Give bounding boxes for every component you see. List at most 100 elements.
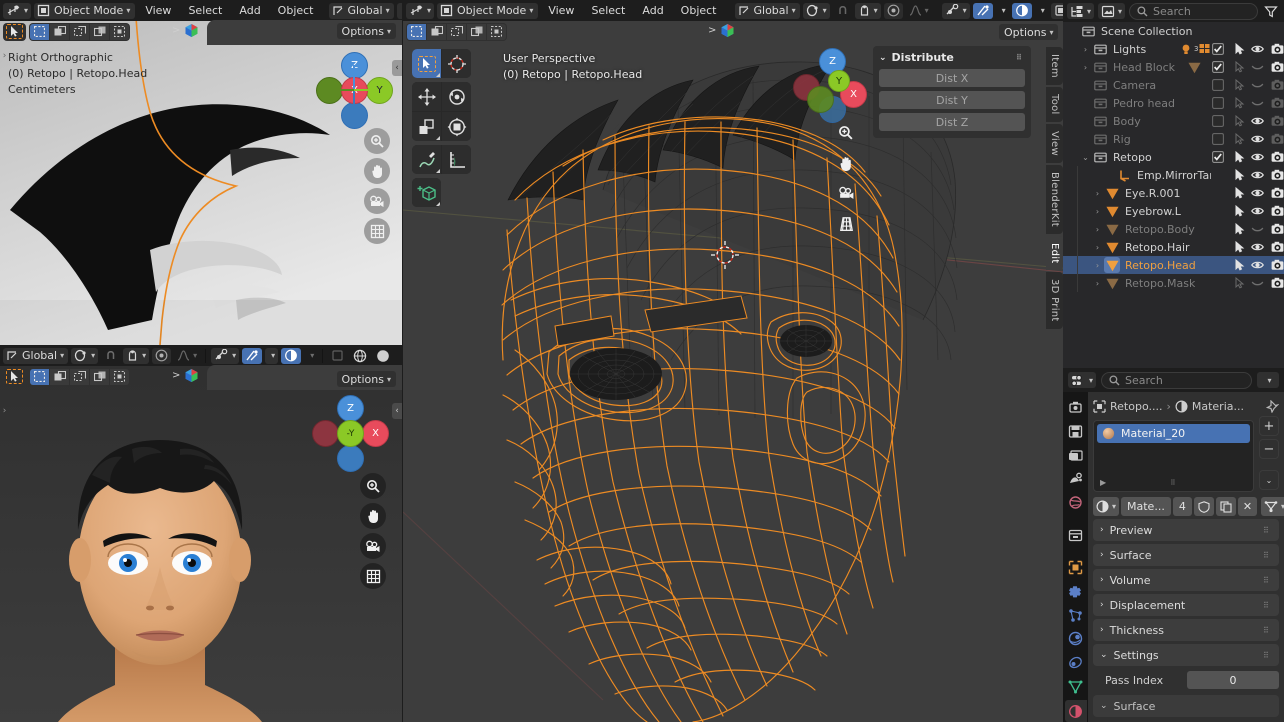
physics-icon[interactable] [1065,628,1087,650]
properties-header[interactable]: ▾ Search ▾ [1063,368,1284,392]
hide-in-viewport-toggle[interactable] [1249,220,1266,238]
zoom-icon-main[interactable] [833,120,859,146]
viewport-nav-buttons-bottom-left[interactable] [360,473,386,589]
material-slot-specials-button[interactable]: ⌄ [1259,470,1279,490]
shading-solid-icon[interactable] [328,348,347,364]
selectable-toggle[interactable] [1231,76,1248,94]
drag-dots-icon[interactable]: ⠿ [1263,653,1272,658]
outliner-row-pedro-head[interactable]: Pedro head [1063,94,1284,112]
tab-edit[interactable]: Edit [1046,236,1063,271]
zoom-icon-bl[interactable] [360,473,386,499]
menu-view[interactable]: View [138,3,178,19]
disable-in-render-toggle[interactable] [1269,166,1284,184]
drag-dots-icon[interactable]: ⠿ [1016,55,1025,60]
tool-transform[interactable] [442,112,471,141]
outliner-row-emp-mirrortar[interactable]: Emp.MirrorTar [1063,166,1284,184]
menu-object[interactable]: Object [271,3,321,19]
outliner-row-scene-collection[interactable]: Scene Collection [1063,22,1284,40]
outliner-row-head-block[interactable]: ›Head Block [1063,58,1284,76]
outliner-row-retopo-body[interactable]: ›Retopo.Body [1063,220,1284,238]
outliner-search-input[interactable]: Search [1129,3,1258,20]
tab-item[interactable]: Item [1046,47,1063,85]
select-invert-icon-bl[interactable] [90,369,109,385]
chevron-right-icon[interactable]: › [1091,243,1104,252]
viewport-right-orthographic[interactable]: ▾ Object Mode ▾ View Select Add Object G… [0,0,402,345]
exclude-checkbox[interactable] [1209,130,1226,148]
shading-solid-icon-main[interactable] [1051,3,1063,19]
particles-icon[interactable] [1065,604,1087,626]
snap-magnet-toggle-main[interactable] [833,3,852,19]
hide-in-viewport-toggle[interactable] [1249,112,1266,130]
options-dropdown-top-left[interactable]: Options▾ [337,23,396,39]
disable-in-render-toggle[interactable] [1269,58,1284,76]
properties-options-button[interactable]: ▾ [1257,372,1279,388]
gizmo-axis-y-main[interactable]: Y [828,70,850,92]
select-extend-icon-main[interactable] [427,24,446,40]
outliner-row-body[interactable]: Body [1063,112,1284,130]
tab-tool[interactable]: Tool [1046,87,1063,122]
disable-in-render-toggle[interactable] [1269,274,1284,292]
navigation-gizmo-bottom-left[interactable]: Z X -Y [312,395,388,471]
hide-in-viewport-toggle[interactable] [1249,76,1266,94]
drag-dots-icon[interactable]: ⠿ [1263,603,1272,608]
select-box-cursor-icon-bl[interactable] [6,369,23,384]
collection-properties-icon[interactable] [1065,524,1087,546]
select-tool-group[interactable] [3,23,26,41]
panel-header-displacement[interactable]: ›Displacement⠿ [1093,594,1279,616]
navigation-gizmo-top-left[interactable]: Z Y X [316,52,392,128]
tool-cursor[interactable] [442,49,471,78]
selectable-toggle[interactable] [1231,184,1248,202]
exclude-checkbox[interactable] [1209,76,1226,94]
material-slot-item[interactable]: Material_20 [1097,424,1250,443]
selectable-toggle[interactable] [1231,58,1248,76]
unlink-material-button[interactable]: ✕ [1238,497,1257,516]
viewport-user-perspective-main[interactable]: ▾ Object Mode▾ View Select Add Object Gl… [403,0,1063,722]
select-subtract-icon-bl[interactable] [70,369,89,385]
material-icon[interactable] [1065,700,1087,722]
selectable-toggle[interactable] [1231,220,1248,238]
exclude-checkbox[interactable] [1209,94,1226,112]
selectable-toggle[interactable] [1231,112,1248,130]
disable-in-render-toggle[interactable] [1269,238,1284,256]
tab-blenderkit[interactable]: BlenderKit [1046,165,1063,234]
outliner-header[interactable]: ▾ ▾ Search [1063,0,1284,22]
chevron-right-icon[interactable]: › [1079,63,1092,72]
dist-y-button[interactable]: Dist Y [879,91,1025,109]
outliner-editor-type-button[interactable]: ▾ [1067,3,1094,19]
panel-header-volume[interactable]: ›Volume⠿ [1093,569,1279,591]
outliner-row-lights[interactable]: ›Lights3 [1063,40,1284,58]
object-mode-dropdown[interactable]: Object Mode ▾ [34,3,135,19]
xray-toggle[interactable]: ▾ [265,348,278,364]
outliner-row-retopo-head[interactable]: ›Retopo.Head [1063,256,1284,274]
properties-editor-type-button[interactable]: ▾ [1068,372,1096,388]
panel-header-surface[interactable]: ›Surface⠿ [1093,544,1279,566]
tool-rotate[interactable] [442,82,471,111]
shading-rendered-icon[interactable] [373,348,393,364]
hide-in-viewport-toggle[interactable] [1249,202,1266,220]
outliner-row-eye-r-001[interactable]: ›Eye.R.001 [1063,184,1284,202]
expand-toolbar-arrow-bottom-left[interactable]: › [0,403,9,419]
gizmo-axis-z-bl[interactable]: Z [337,395,364,422]
chevron-right-icon[interactable]: › [1091,225,1104,234]
options-dropdown-main[interactable]: Options▾ [999,24,1058,40]
bottom-surface-panel-header[interactable]: ⌄ Surface [1093,695,1279,717]
selectable-toggle[interactable] [1231,40,1248,58]
snap-to-dropdown-main[interactable]: ▾ [855,3,881,19]
toggle-orthographic-icon[interactable] [364,218,390,244]
select-tool-group-bl[interactable] [3,368,26,386]
select-intersect-icon[interactable] [110,24,129,40]
options-dropdown-bottom-left[interactable]: Options▾ [337,371,396,387]
selectable-toggle[interactable] [1231,166,1248,184]
pass-index-value[interactable]: 0 [1187,671,1279,689]
outliner-row-camera[interactable]: Camera [1063,76,1284,94]
material-name-field[interactable]: Mate... [1121,497,1171,516]
fake-user-shield-icon[interactable] [1194,497,1214,516]
add-material-slot-button[interactable]: + [1259,416,1279,436]
shading-wire-icon[interactable] [350,348,370,364]
hide-in-viewport-toggle[interactable] [1249,148,1266,166]
panel-header-settings[interactable]: ⌄Settings⠿ [1093,644,1279,666]
outliner-tree[interactable]: Scene Collection›Lights3›Head BlockCamer… [1063,22,1284,368]
constraints-icon[interactable] [1065,652,1087,674]
drag-dots-icon[interactable]: ⠿ [1263,553,1272,558]
zoom-icon[interactable] [364,128,390,154]
